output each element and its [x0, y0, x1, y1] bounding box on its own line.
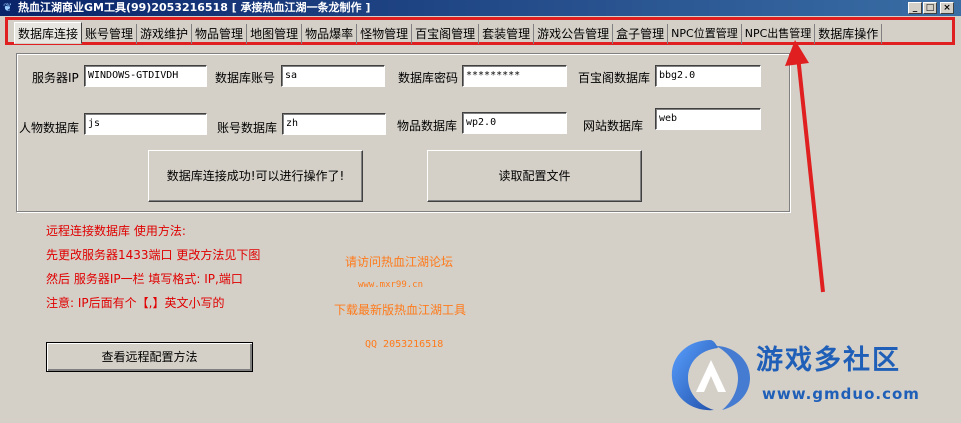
account-db-label: 账号数据库 [217, 121, 278, 135]
website-db-label: 网站数据库 [583, 119, 644, 133]
tab-monsters[interactable]: 怪物管理 [357, 24, 413, 44]
tab-db-operations[interactable]: 数据库操作 [815, 24, 883, 44]
read-config-button[interactable]: 读取配置文件 [427, 150, 642, 202]
server-ip-label: 服务器IP [32, 71, 79, 85]
tab-npc-position[interactable]: NPC位置管理 [668, 24, 742, 44]
tab-sets[interactable]: 套装管理 [479, 24, 535, 44]
view-remote-config-button[interactable]: 查看远程配置方法 [46, 342, 253, 372]
tab-list: 数据库连接 账号管理 游戏维护 物品管理 地图管理 物品爆率 怪物管理 百宝阁管… [14, 22, 883, 44]
watermark-text: 游戏多社区 [756, 345, 901, 376]
app-icon: ❦ [3, 1, 13, 14]
instruction-line-3: 然后 服务器IP一栏 填写格式: IP,端口 [46, 272, 243, 286]
watermark-logo-icon [671, 340, 750, 411]
tab-db-connect[interactable]: 数据库连接 [14, 22, 83, 44]
tab-drop-rate[interactable]: 物品爆率 [302, 24, 358, 44]
minimize-button[interactable]: _ [908, 2, 922, 14]
server-ip-input[interactable]: WINDOWS-GTDIVDH [84, 65, 207, 87]
tab-maps[interactable]: 地图管理 [247, 24, 303, 44]
window-titlebar[interactable]: ❦ 热血江湖商业GM工具(99)2053216518 [ 承接热血江湖一条龙制作… [0, 0, 961, 16]
tab-account[interactable]: 账号管理 [82, 24, 138, 44]
tab-game-maintenance[interactable]: 游戏维护 [137, 24, 193, 44]
instruction-line-4: 注意: IP后面有个【,】英文小写的 [46, 296, 225, 310]
promo-url[interactable]: www.mxr99.cn [358, 280, 423, 290]
maximize-button[interactable]: □ [923, 2, 937, 14]
tab-announcements[interactable]: 游戏公告管理 [534, 24, 614, 44]
tab-bar: 数据库连接 账号管理 游戏维护 物品管理 地图管理 物品爆率 怪物管理 百宝阁管… [5, 17, 955, 45]
treasure-db-label: 百宝阁数据库 [578, 71, 651, 85]
db-account-input[interactable]: sa [281, 65, 385, 87]
tab-npc-sale[interactable]: NPC出售管理 [742, 24, 816, 44]
close-button[interactable]: × [940, 2, 954, 14]
window-title: 热血江湖商业GM工具(99)2053216518 [ 承接热血江湖一条龙制作 ] [18, 1, 371, 14]
promo-forum-text: 请访问热血江湖论坛 [345, 255, 454, 269]
db-account-label: 数据库账号 [215, 71, 276, 85]
watermark-url: www.gmduo.com [762, 385, 920, 403]
db-password-label: 数据库密码 [398, 71, 459, 85]
instruction-line-1: 远程连接数据库 使用方法: [46, 224, 186, 238]
account-db-input[interactable]: zh [282, 113, 386, 135]
promo-qq: QQ 2053216518 [365, 339, 444, 350]
tab-items[interactable]: 物品管理 [192, 24, 248, 44]
db-password-input[interactable]: ********* [462, 65, 567, 87]
tab-treasure-pavilion[interactable]: 百宝阁管理 [412, 24, 480, 44]
item-db-input[interactable]: wp2.0 [462, 112, 567, 134]
connection-status-button[interactable]: 数据库连接成功!可以进行操作了! [148, 150, 363, 202]
instruction-line-2: 先更改服务器1433端口 更改方法见下图 [46, 248, 261, 262]
character-db-label: 人物数据库 [19, 121, 80, 135]
item-db-label: 物品数据库 [397, 119, 458, 133]
tab-boxes[interactable]: 盒子管理 [613, 24, 669, 44]
promo-download-text: 下载最新版热血江湖工具 [334, 303, 467, 317]
treasure-db-input[interactable]: bbg2.0 [655, 65, 761, 87]
character-db-input[interactable]: js [84, 113, 207, 135]
website-db-input[interactable]: web [655, 108, 761, 130]
